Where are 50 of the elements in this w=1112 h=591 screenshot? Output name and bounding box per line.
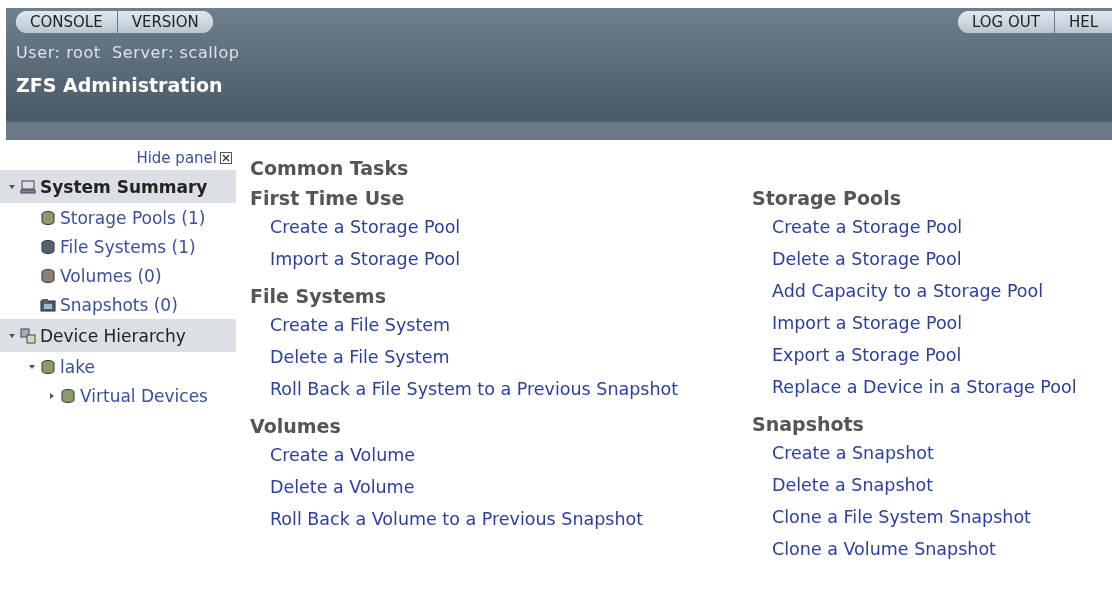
tree-item[interactable]: Volumes (0) bbox=[60, 265, 162, 286]
tree-item[interactable]: Snapshots (0) bbox=[60, 294, 178, 315]
disk-icon bbox=[40, 267, 56, 284]
folder-icon bbox=[40, 296, 56, 313]
task-link[interactable]: Delete a File System bbox=[270, 341, 450, 373]
page-heading: Common Tasks bbox=[250, 157, 410, 179]
tree-item[interactable]: File Systems (1) bbox=[60, 236, 196, 257]
task-link[interactable]: Create a File System bbox=[270, 309, 451, 341]
computer-icon bbox=[20, 178, 36, 195]
task-link[interactable]: Import a Storage Pool bbox=[772, 307, 963, 339]
section-heading: First Time Use bbox=[250, 187, 405, 209]
task-link[interactable]: Delete a Storage Pool bbox=[772, 243, 962, 275]
section-heading: Volumes bbox=[250, 415, 341, 437]
hierarchy-icon bbox=[20, 327, 36, 344]
disk-icon bbox=[60, 387, 76, 404]
task-link[interactable]: Replace a Device in a Storage Pool bbox=[772, 371, 1077, 403]
header-button[interactable]: HEL bbox=[1054, 11, 1112, 33]
task-link[interactable]: Create a Volume bbox=[270, 439, 416, 471]
task-link[interactable]: Export a Storage Pool bbox=[772, 339, 962, 371]
tree-toggle-icon[interactable] bbox=[48, 391, 56, 400]
header-button[interactable]: LOG OUT bbox=[957, 11, 1055, 33]
tree-toggle-icon[interactable] bbox=[8, 331, 16, 340]
task-link[interactable]: Clone a Volume Snapshot bbox=[772, 533, 996, 565]
header-button[interactable]: VERSION bbox=[117, 11, 213, 33]
task-link[interactable]: Create a Storage Pool bbox=[772, 211, 963, 243]
task-link[interactable]: Create a Storage Pool bbox=[270, 211, 461, 243]
section-heading: File Systems bbox=[250, 285, 386, 307]
tree-item[interactable]: lake bbox=[60, 356, 95, 377]
hide-panel-link[interactable]: Hide panel bbox=[136, 149, 217, 167]
section-heading: Snapshots bbox=[752, 413, 864, 435]
tree-toggle-icon[interactable] bbox=[28, 362, 36, 371]
disk-icon bbox=[40, 358, 56, 375]
task-link[interactable]: Roll Back a Volume to a Previous Snapshot bbox=[270, 503, 644, 535]
task-link[interactable]: Create a Snapshot bbox=[772, 437, 934, 469]
task-link[interactable]: Import a Storage Pool bbox=[270, 243, 461, 275]
tree-item[interactable]: Storage Pools (1) bbox=[60, 207, 206, 228]
task-link[interactable]: Add Capacity to a Storage Pool bbox=[772, 275, 1044, 307]
header-button[interactable]: CONSOLE bbox=[16, 11, 118, 33]
app-title: ZFS Administration bbox=[16, 74, 224, 96]
disk-icon bbox=[40, 209, 56, 226]
task-link[interactable]: Delete a Snapshot bbox=[772, 469, 934, 501]
task-link[interactable]: Delete a Volume bbox=[270, 471, 415, 503]
tree-item[interactable]: Virtual Devices bbox=[80, 385, 208, 406]
user-server-info: User: root Server: scallop bbox=[16, 43, 241, 62]
tree-toggle-icon[interactable] bbox=[8, 182, 16, 191]
task-link[interactable]: Clone a File System Snapshot bbox=[772, 501, 1031, 533]
close-icon[interactable] bbox=[220, 152, 232, 164]
task-link[interactable]: Roll Back a File System to a Previous Snapshot bbox=[270, 373, 679, 405]
section-heading: Storage Pools bbox=[752, 187, 901, 209]
disk-icon bbox=[40, 238, 56, 255]
